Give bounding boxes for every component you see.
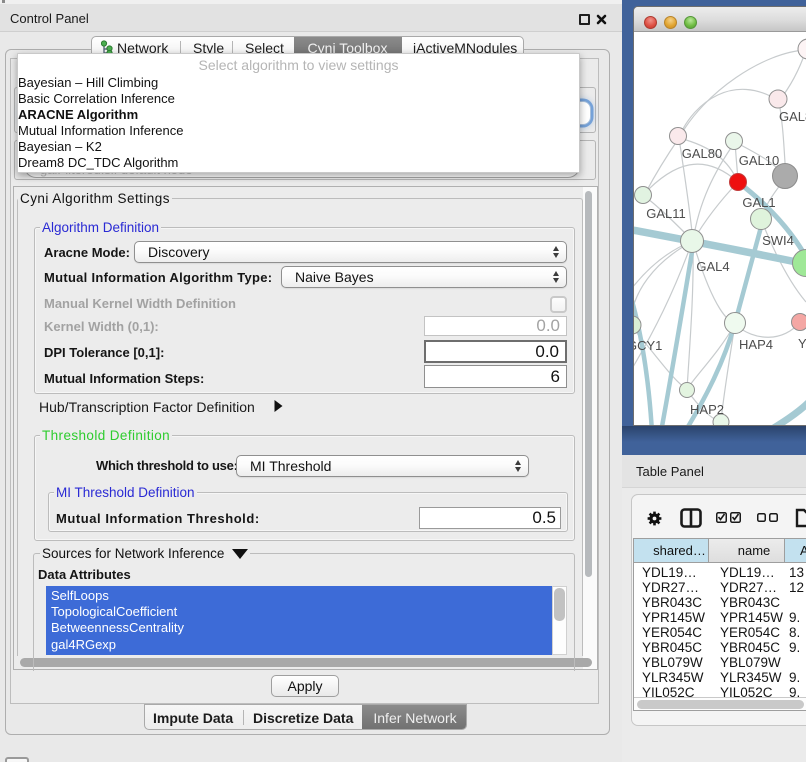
svg-text:SWI4: SWI4	[762, 233, 794, 248]
svg-text:GAL10: GAL10	[739, 153, 779, 168]
svg-text:Y: Y	[798, 336, 806, 351]
svg-text:GAL1: GAL1	[742, 195, 775, 210]
svg-text:GAL80: GAL80	[682, 146, 722, 161]
svg-text:GAL8: GAL8	[779, 109, 806, 124]
svg-text:HAP2: HAP2	[690, 402, 724, 417]
svg-text:HAP4: HAP4	[739, 337, 773, 352]
svg-text:GAL11: GAL11	[646, 206, 686, 221]
svg-text:GAL4: GAL4	[696, 259, 729, 274]
svg-text:GCY1: GCY1	[634, 338, 662, 353]
